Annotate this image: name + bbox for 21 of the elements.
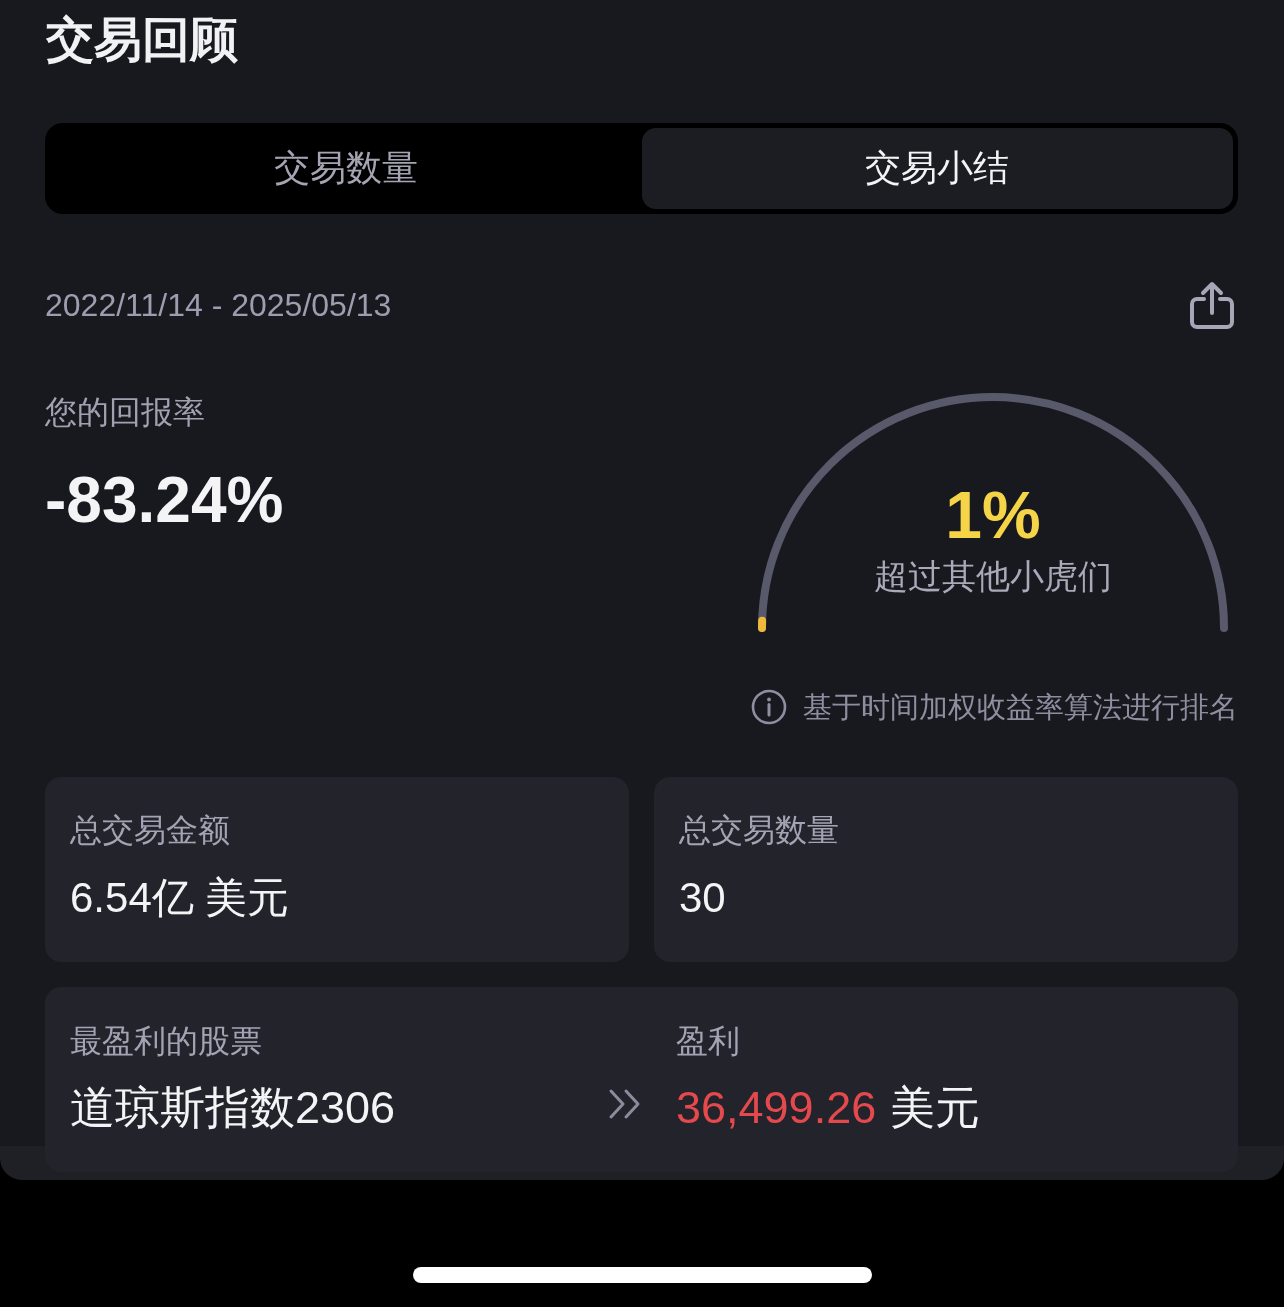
date-range: 2022/11/14 - 2025/05/13	[45, 286, 392, 325]
stat-value: 30	[679, 873, 727, 923]
rank-percentage: 1%	[945, 479, 1041, 551]
share-icon[interactable]	[1188, 280, 1236, 330]
info-icon[interactable]	[751, 689, 787, 725]
stat-label: 总交易金额	[70, 811, 231, 850]
currency-unit: 美元	[890, 1082, 981, 1134]
return-label: 您的回报率	[45, 393, 206, 432]
ranking-note: 基于时间加权收益率算法进行排名	[803, 690, 1238, 725]
top-stock-label: 最盈利的股票	[70, 1022, 263, 1061]
profit-label: 盈利	[676, 1022, 741, 1061]
page-title: 交易回顾	[45, 12, 239, 68]
stat-label: 总交易数量	[679, 811, 840, 850]
top-stock-card[interactable]: 最盈利的股票 道琼斯指数2306 盈利 36,499.26 美元	[45, 987, 1238, 1172]
rank-label: 超过其他小虎们	[874, 556, 1112, 597]
tab[interactable]: 交易数量	[50, 128, 642, 209]
profit-amount: 36,499.26	[676, 1082, 877, 1134]
return-value: -83.24%	[45, 463, 284, 538]
top-stock-name: 道琼斯指数2306	[70, 1082, 397, 1134]
stat-value: 6.54亿 美元	[70, 873, 291, 923]
tab[interactable]: 交易小结	[641, 128, 1233, 209]
